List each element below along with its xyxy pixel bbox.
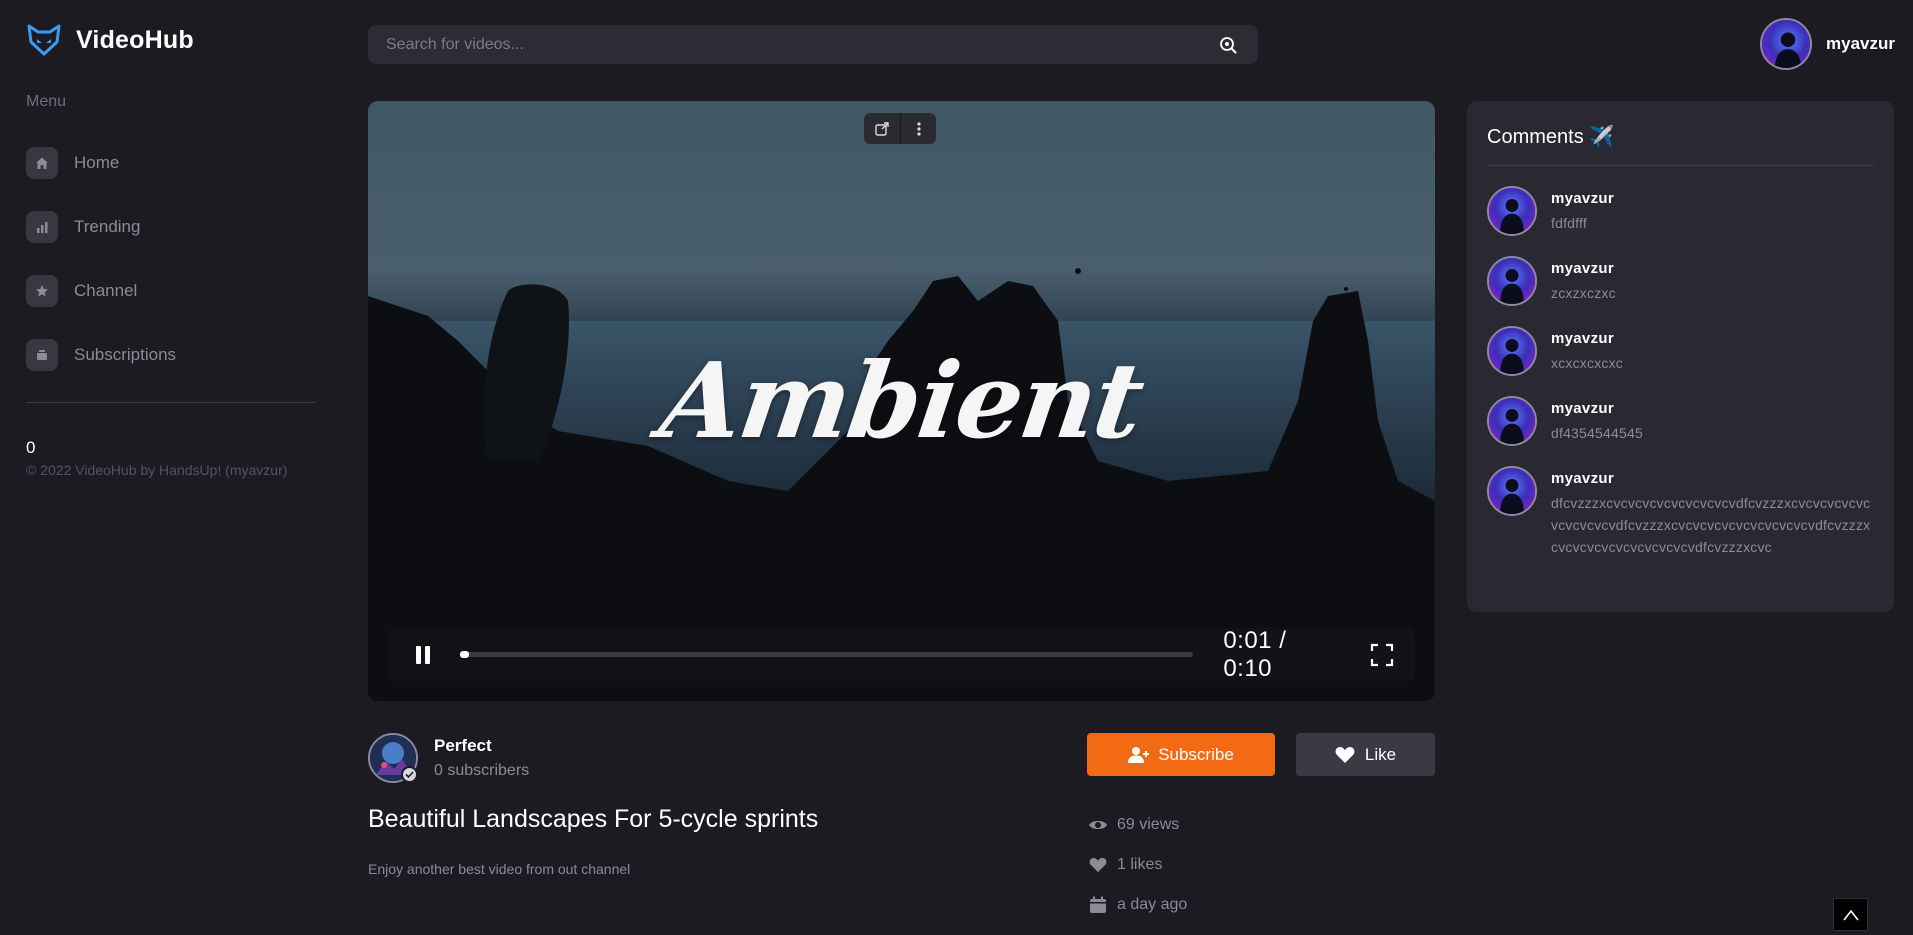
comment-item: myavzur xcxcxcxcxc <box>1487 326 1874 376</box>
time-display: 0:01 / 0:10 <box>1223 626 1287 682</box>
sidebar-item-label: Channel <box>74 281 138 300</box>
sidebar-item-channel[interactable]: Channel <box>26 275 176 307</box>
sidebar-item-subscriptions[interactable]: Subscriptions <box>26 339 176 371</box>
views-count: 69 views <box>1117 816 1180 833</box>
sidebar-item-home[interactable]: Home <box>26 147 176 179</box>
subscribe-button[interactable]: Subscribe <box>1087 733 1275 776</box>
search-input[interactable] <box>386 35 1216 54</box>
video-description: Enjoy another best video from out channe… <box>368 861 631 877</box>
open-external-icon[interactable] <box>864 113 900 144</box>
sidebar-divider <box>26 402 316 403</box>
channel-avatar <box>368 733 418 783</box>
logo[interactable]: VideoHub <box>26 22 194 58</box>
search-bar <box>368 25 1258 64</box>
comment-author[interactable]: myavzur <box>1551 330 1874 347</box>
comment-text: zcxzxczxc <box>1551 285 1616 301</box>
comment-text: xcxcxcxcxc <box>1551 355 1623 371</box>
username: myavzur <box>1826 34 1895 53</box>
channel-name: Perfect <box>434 736 492 755</box>
chart-icon <box>26 211 58 243</box>
add-user-icon <box>1128 746 1150 763</box>
upload-date: a day ago <box>1117 896 1188 913</box>
likes-count: 1 likes <box>1117 856 1163 873</box>
heart-icon <box>1087 854 1109 876</box>
inbox-icon <box>26 339 58 371</box>
pause-icon[interactable] <box>408 640 438 670</box>
comments-panel: Comments ✈️ myavzur fdfdfff myavzur zcxz… <box>1467 101 1894 612</box>
comment-item: myavzur dfcvzzzxcvcvcvcvcvcvcvcvcvdfcvzz… <box>1487 466 1874 558</box>
player-tools <box>864 113 936 144</box>
avatar <box>1760 18 1813 70</box>
comment-text: dfcvzzzxcvcvcvcvcvcvcvcvcvdfcvzzzxcvcvcv… <box>1551 495 1871 555</box>
back-to-top-button[interactable] <box>1833 898 1868 931</box>
like-label: Like <box>1364 744 1397 764</box>
app-name: VideoHub <box>76 25 194 54</box>
comment-author[interactable]: myavzur <box>1551 260 1874 277</box>
avatar[interactable] <box>1487 466 1537 516</box>
comment-item: myavzur fdfdfff <box>1487 186 1874 236</box>
subscribe-label: Subscribe <box>1158 744 1234 764</box>
chevron-up-icon <box>1842 909 1859 920</box>
comment-author[interactable]: myavzur <box>1551 470 1874 487</box>
video-player[interactable]: Ambient 0:01 / 0:10 <box>368 101 1435 701</box>
progress-fill <box>459 651 469 658</box>
sidebar-item-trending[interactable]: Trending <box>26 211 176 243</box>
video-title: Beautiful Landscapes For 5-cycle sprints <box>368 805 819 833</box>
comment-author[interactable]: myavzur <box>1551 400 1874 417</box>
home-icon <box>26 147 58 179</box>
calendar-icon <box>1087 894 1109 916</box>
progress-bar[interactable] <box>459 651 1194 658</box>
sidebar-item-label: Subscriptions <box>74 345 177 364</box>
avatar[interactable] <box>1487 396 1537 446</box>
sidebar-item-label: Home <box>74 153 120 172</box>
video-stats: 69 views 1 likes a day ago <box>1087 814 1187 934</box>
avatar[interactable] <box>1487 326 1537 376</box>
more-options-icon[interactable] <box>900 113 936 144</box>
video-overlay-title: Ambient <box>653 339 1150 462</box>
search-icon[interactable] <box>1216 33 1240 57</box>
subscriber-count: 0 subscribers <box>434 762 530 779</box>
likes-stat: 1 likes <box>1087 854 1187 876</box>
avatar[interactable] <box>1487 186 1537 236</box>
like-button[interactable]: Like <box>1296 733 1435 776</box>
sidebar-nav: Home Trending Channel Subscriptions <box>26 147 176 403</box>
date-stat: a day ago <box>1087 894 1187 916</box>
heart-icon <box>1335 746 1355 763</box>
sidebar-item-label: Trending <box>74 217 141 236</box>
user-menu[interactable]: myavzur <box>1760 18 1895 70</box>
verified-badge-icon <box>401 766 418 783</box>
comments-divider <box>1487 165 1874 166</box>
star-icon <box>26 275 58 307</box>
avatar[interactable] <box>1487 256 1537 306</box>
comments-title: Comments ✈️ <box>1487 126 1615 148</box>
fullscreen-icon[interactable] <box>1369 642 1395 668</box>
player-controls: 0:01 / 0:10 <box>388 626 1415 682</box>
views-stat: 69 views <box>1087 814 1187 836</box>
comment-text: fdfdfff <box>1551 215 1587 231</box>
comment-item: myavzur zcxzxczxc <box>1487 256 1874 306</box>
menu-title: Menu <box>26 93 67 110</box>
channel-info[interactable]: Perfect 0 subscribers <box>368 733 529 783</box>
comment-author[interactable]: myavzur <box>1551 190 1874 207</box>
sidebar-counter: 0 <box>26 438 36 457</box>
comment-item: myavzur df4354544545 <box>1487 396 1874 446</box>
fox-logo-icon <box>27 24 61 56</box>
channel-text: Perfect 0 subscribers <box>434 736 529 780</box>
eye-icon <box>1087 814 1109 836</box>
comment-text: df4354544545 <box>1551 425 1643 441</box>
copyright: © 2022 VideoHub by HandsUp! (myavzur) <box>26 462 288 478</box>
sidebar: VideoHub Menu Home Trending Channel Subs… <box>0 0 340 935</box>
